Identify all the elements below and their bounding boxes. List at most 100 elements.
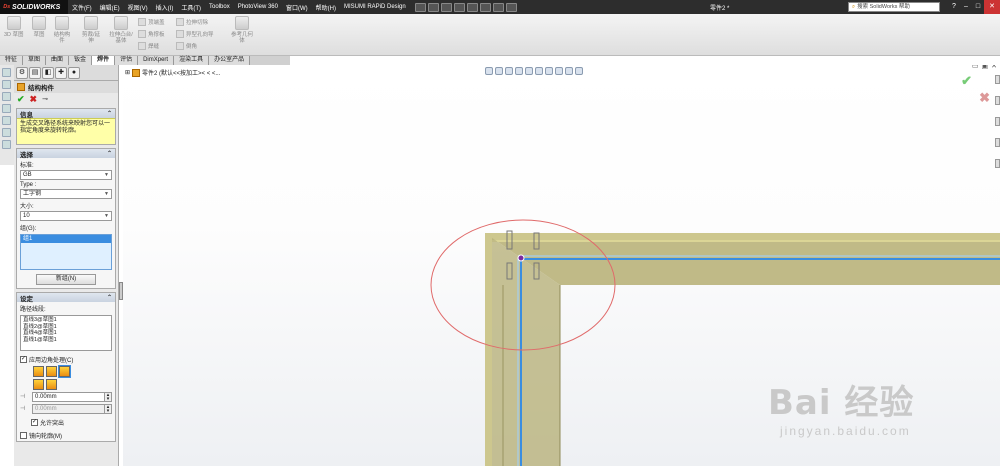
butt1-icon[interactable] [33,379,44,390]
sketch-command[interactable]: 草图 [32,16,46,38]
help-search-input[interactable]: ⌕ 搜索 SolidWorks 帮助 [848,2,940,12]
end-butt-icon[interactable] [58,365,71,378]
new-group-button[interactable]: 新组(N) [36,274,96,285]
tab-features[interactable]: 特征 [0,56,24,65]
configuration-tab-icon[interactable]: ◧ [42,66,54,79]
group-listbox[interactable]: 组1 [20,234,112,270]
open-file-icon[interactable] [427,2,439,12]
chamfer-command[interactable]: 倒角 [176,42,197,50]
tab-evaluate[interactable]: 评估 [115,56,139,65]
new-file-icon[interactable] [414,2,426,12]
size-label: 大小: [20,204,34,210]
appearance-icon[interactable] [2,128,11,137]
allow-protrusion-checkbox[interactable]: ✓ [31,419,38,426]
pin-icon[interactable]: ⊸ [42,95,48,103]
menu-file[interactable]: 文件(F) [68,3,96,12]
reference-geometry-command[interactable]: 参考几何体 [230,16,254,44]
mirror-profile-checkbox[interactable] [20,432,27,439]
rebuild-icon[interactable] [492,2,504,12]
ok-check-icon[interactable]: ✔ [17,94,25,105]
tab-sheet-metal[interactable]: 钣金 [69,56,93,65]
chevron-down-icon: ▼ [104,172,109,178]
menu-photoview[interactable]: PhotoView 360 [234,4,282,10]
help-icon[interactable]: ? [948,0,960,14]
gap1-input[interactable]: 0.00mm [32,392,105,402]
apply-corner-checkbox[interactable]: ✓ [20,356,27,363]
selection-header[interactable]: 选择 ⌃ [17,149,115,159]
minimize-button[interactable]: – [960,0,972,14]
mirror-profile-row[interactable]: 镜向轮廓(M) [17,428,115,441]
end-cap-command[interactable]: 顶端盖 [138,18,165,26]
type-select[interactable]: 工字钢 ▼ [20,189,112,199]
display-tab-icon[interactable]: ● [68,66,80,79]
menu-edit[interactable]: 编辑(E) [96,3,124,12]
menu-bar: 文件(F) 编辑(E) 视图(V) 插入(I) 工具(T) Toolbox Ph… [68,0,410,14]
corner-point-marker[interactable] [517,254,525,262]
select-icon[interactable] [479,2,491,12]
undo-icon[interactable] [466,2,478,12]
menu-help[interactable]: 帮助(H) [312,3,340,12]
menu-view[interactable]: 视图(V) [124,3,152,12]
structural-member-command[interactable]: 结构构件 [52,16,72,44]
gap2-row: ⊣ 0.00mm ▴ ▾ [17,403,115,415]
menu-toolbox[interactable]: Toolbox [205,4,234,10]
options-icon[interactable] [505,2,517,12]
collapse-icon[interactable]: ⌃ [107,110,112,117]
info-header[interactable]: 信息 ⌃ [17,109,115,119]
end-cap-icon [138,18,146,26]
solidworks-logo[interactable]: ᴰˢ SOLIDWORKS [0,0,68,14]
sketch3d-command[interactable]: 3D 草图 [4,16,24,38]
menu-window[interactable]: 窗口(W) [282,3,312,12]
hole-wizard-command[interactable]: 异型孔向导 [176,30,214,38]
property-manager: ⚙ ▤ ◧ ✚ ● 结构构件 ✔ ✖ ⊸ 信息 ⌃ 生成交叉路径系统来映射您可以一… [14,65,119,466]
tab-sketch[interactable]: 草图 [23,56,47,65]
allow-protrusion-row[interactable]: ✓ 允许突出 [17,415,115,428]
dimxpert-tab-icon[interactable]: ✚ [55,66,67,79]
configuration-icon[interactable] [2,92,11,101]
tab-office-products[interactable]: 办公室产品 [209,56,251,65]
menu-tools[interactable]: 工具(T) [177,3,205,12]
feature-manager-tab-icon[interactable]: ⚙ [16,66,28,79]
feature-tree-icon[interactable] [2,68,11,77]
trim-extend-command[interactable]: 剪裁/延伸 [80,16,102,44]
path-segments-label: 路径线段: [20,307,46,313]
menu-misumi[interactable]: MISUMI RAPiD Design [340,4,410,10]
tab-surfaces[interactable]: 曲面 [46,56,70,65]
tab-dimxpert[interactable]: DimXpert [138,56,175,65]
list-item[interactable]: 直线1@草图1 [23,337,109,344]
size-select[interactable]: 10 ▼ [20,211,112,221]
apply-corner-treatment-row[interactable]: ✓ 应用边角处理(C) [17,352,115,365]
end-trim-icon[interactable] [33,366,44,377]
save-icon[interactable] [440,2,452,12]
property-manager-icon[interactable] [2,80,11,89]
restore-button[interactable]: □ [972,0,984,14]
spinner-arrows-icon[interactable]: ▴ ▾ [105,404,112,414]
library-icon[interactable] [2,140,11,149]
gusset-command[interactable]: 角撑板 [138,30,165,38]
gap2-input[interactable]: 0.00mm [32,404,105,414]
extrude-boss-command[interactable]: 拉伸凸台/基体 [108,16,134,44]
group-list-item[interactable]: 组1 [21,235,111,243]
cancel-x-icon[interactable]: ✖ [30,94,38,105]
display-manager-icon[interactable] [2,116,11,125]
spinner-arrows-icon[interactable]: ▴ ▾ [105,392,112,402]
extrude-cut-command[interactable]: 拉伸切除 [176,18,208,26]
info-message: 生成交叉路径系统来映射您可以一指定角度来旋转轮廓。 [17,118,115,144]
tab-weldments[interactable]: 焊件 [92,56,116,65]
tab-render-tools[interactable]: 渲染工具 [174,56,210,65]
settings-header[interactable]: 设定 ⌃ [17,293,115,303]
menu-insert[interactable]: 插入(I) [152,3,178,12]
standard-select[interactable]: GB ▼ [20,170,112,180]
dimxpert-icon[interactable] [2,104,11,113]
print-icon[interactable] [453,2,465,12]
path-segments-list[interactable]: 直线3@草图1 直线2@草图1 直线4@草图1 直线1@草图1 [20,315,112,351]
graphics-viewport[interactable]: ⊞ 零件2 (默认<<按加工>< < <... ▭ ▣ ✕ ✔ ✖ Bai 经验… [123,65,1000,466]
weld-bead-command[interactable]: 焊缝 [138,42,159,50]
butt2-icon[interactable] [46,379,57,390]
collapse-icon[interactable]: ⌃ [107,294,112,301]
info-group: 信息 ⌃ 生成交叉路径系统来映射您可以一指定角度来旋转轮廓。 [16,108,116,145]
close-button[interactable]: ✕ [984,0,1000,14]
property-manager-tab-icon[interactable]: ▤ [29,66,41,79]
collapse-icon[interactable]: ⌃ [107,150,112,157]
end-miter-icon[interactable] [46,366,57,377]
